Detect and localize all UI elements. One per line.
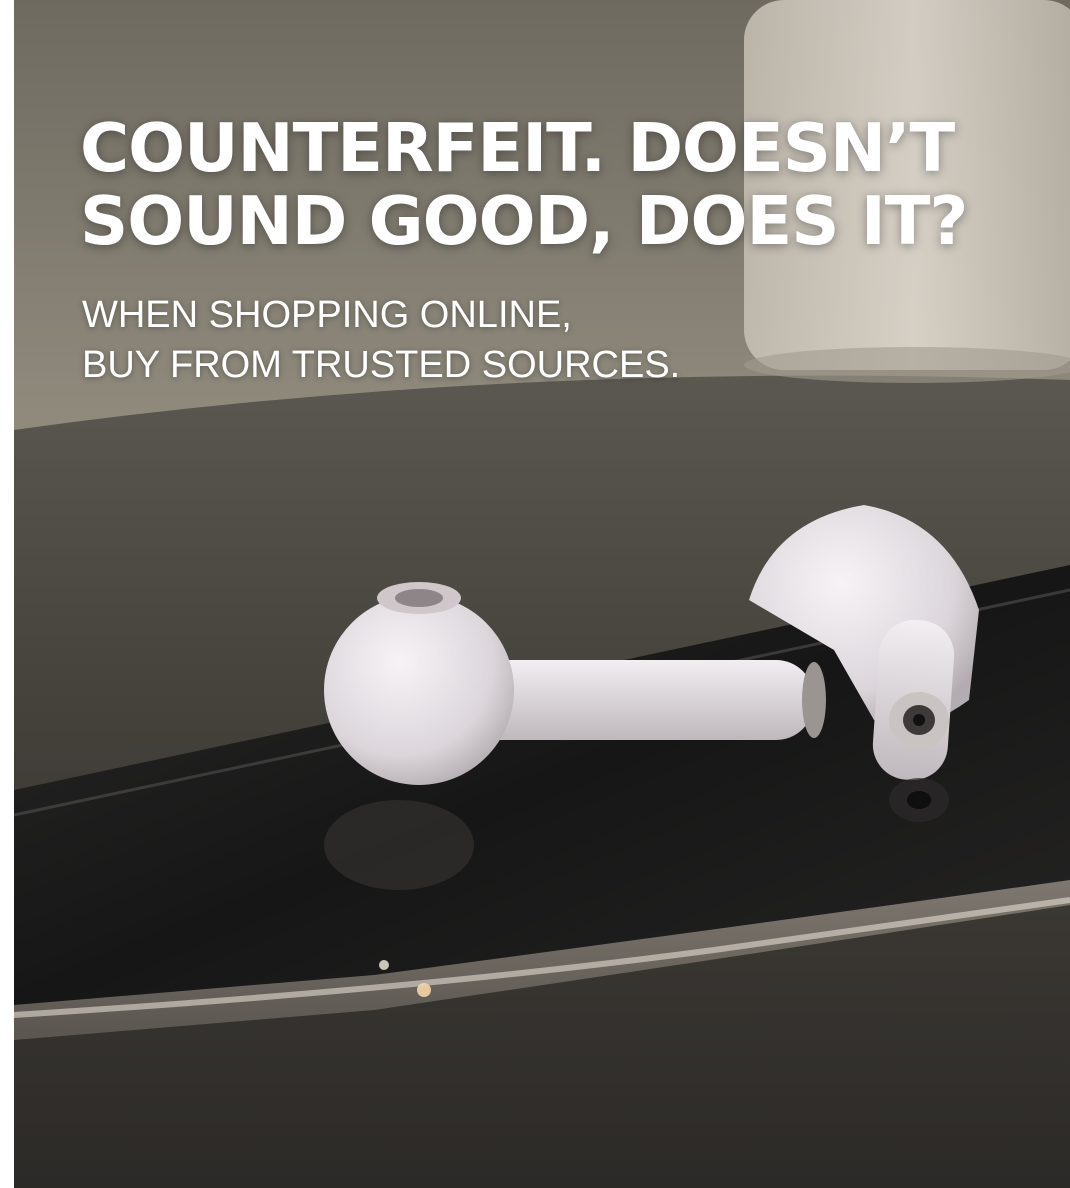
headline-line-2: SOUND GOOD, DOES IT? <box>80 182 968 260</box>
subheadline-line-1: WHEN SHOPPING ONLINE, <box>82 294 572 336</box>
ad-banner: COUNTERFEIT. DOESN’T SOUND GOOD, DOES IT… <box>14 0 1070 1188</box>
subheadline: WHEN SHOPPING ONLINE, BUY FROM TRUSTED S… <box>82 290 680 390</box>
headline-line-1: COUNTERFEIT. DOESN’T <box>80 109 955 187</box>
subheadline-line-2: BUY FROM TRUSTED SOURCES. <box>82 344 681 386</box>
headline: COUNTERFEIT. DOESN’T SOUND GOOD, DOES IT… <box>80 109 968 260</box>
